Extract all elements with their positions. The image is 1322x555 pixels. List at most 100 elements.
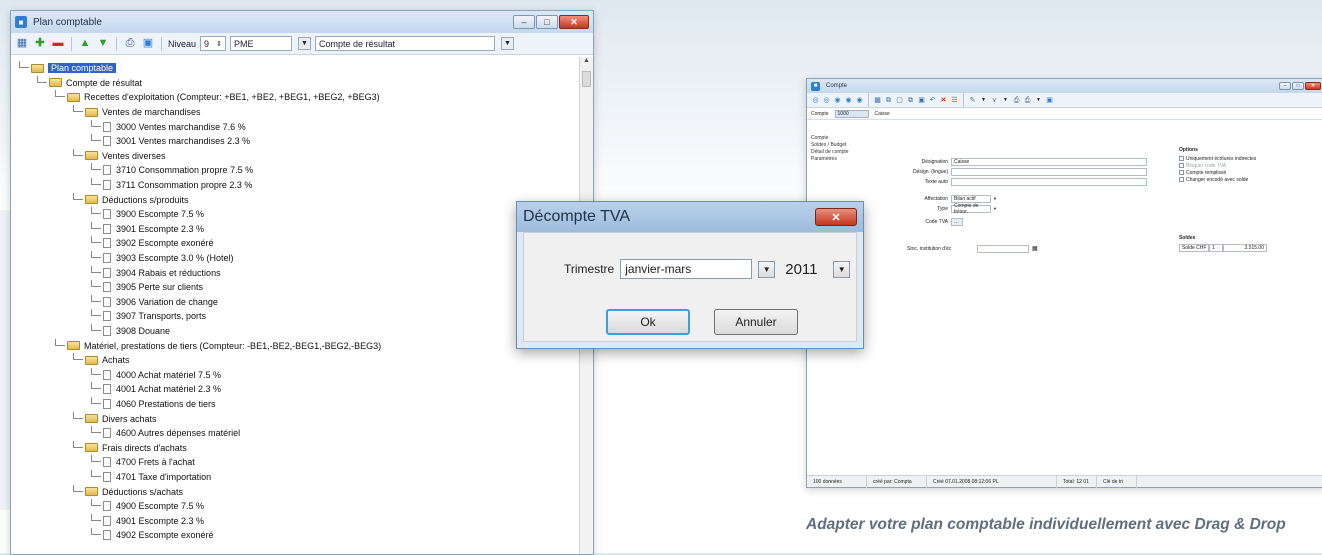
tree-account-node[interactable]: 4060 Prestations de tiers <box>19 396 579 412</box>
tree-account-node[interactable]: 3905 Perte sur clients <box>19 280 579 295</box>
tree-folder-node[interactable]: Ventes de marchandises <box>19 105 579 120</box>
tree-folder-node[interactable]: Divers achats <box>19 411 579 426</box>
dialog-close-button[interactable]: ✕ <box>815 208 857 226</box>
tree-account-node[interactable]: 3900 Escompte 7.5 % <box>19 207 579 222</box>
view-dropdown-button[interactable]: ▼ <box>501 37 515 50</box>
tree-account-node[interactable]: 3906 Variation de change <box>19 294 579 310</box>
move-up-icon[interactable]: ▲ <box>78 37 92 51</box>
checkbox-box[interactable] <box>1179 177 1184 182</box>
report-icon[interactable]: ⎙ <box>1012 96 1021 105</box>
tree-account-node[interactable]: 4902 Escompte exonéré <box>19 528 579 543</box>
texte-auto-input[interactable] <box>951 177 1147 186</box>
tree-account-node[interactable]: 3711 Consommation propre 2.3 % <box>19 178 579 193</box>
remove-icon[interactable]: ▬ <box>51 37 65 51</box>
tree-account-node[interactable]: 3000 Ventes marchandise 7.6 % <box>19 119 579 134</box>
tree-account-node[interactable]: 4000 Achat matériel 7.5 % <box>19 367 579 382</box>
option-checkbox[interactable]: Uniquement écritures indirectes <box>1179 155 1319 162</box>
tree-account-node[interactable]: 3001 Ventes marchandises 2.3 % <box>19 134 579 149</box>
tree-account-node[interactable]: 4700 Frets à l'achat <box>19 455 579 470</box>
side-menu-item[interactable]: Détail de compte <box>811 149 859 156</box>
tree-account-node[interactable]: 4901 Escompte 2.3 % <box>19 513 579 528</box>
print-icon[interactable]: ⎙ <box>1023 96 1032 105</box>
paste-icon[interactable]: ⧉ <box>906 96 915 105</box>
filter-dropdown-icon[interactable]: ▼ <box>1001 96 1010 105</box>
design-lingue-input[interactable] <box>951 167 1147 176</box>
company-dropdown-button[interactable]: ▼ <box>298 37 312 50</box>
tree-folder-node[interactable]: Déductions s/achats <box>19 484 579 499</box>
print-dropdown-icon[interactable]: ▼ <box>1034 96 1043 105</box>
tree-account-node[interactable]: 4600 Autres dépenses matériel <box>19 426 579 441</box>
first-record-icon[interactable]: ◎ <box>811 96 820 105</box>
side-menu-item[interactable]: Soldes / Budget <box>811 142 859 149</box>
tree-account-node[interactable]: 3710 Consommation propre 7.5 % <box>19 163 579 178</box>
tree-folder-node[interactable]: Ventes diverses <box>19 148 579 164</box>
status-sort-key[interactable]: Clé de tri <box>1097 475 1137 488</box>
maximize-button[interactable]: □ <box>1292 82 1304 90</box>
tree-account-node[interactable]: 4701 Taxe d'importation <box>19 469 579 485</box>
option-checkbox[interactable]: Compte remplissé <box>1179 169 1319 176</box>
tree-account-node[interactable]: 3907 Transports, ports <box>19 309 579 324</box>
scroll-up-icon[interactable]: ▲ <box>580 57 593 69</box>
close-button[interactable]: ✕ <box>559 15 589 29</box>
tree-account-node[interactable]: 3908 Douane <box>19 323 579 339</box>
checkbox-box[interactable] <box>1179 156 1184 161</box>
tree-folder-node[interactable]: Achats <box>19 353 579 368</box>
side-menu-item[interactable]: Paramètres <box>811 156 859 163</box>
filter-icon[interactable]: ⋎ <box>990 96 999 105</box>
type-select[interactable]: Compte de trésor. <box>951 203 991 215</box>
designation-input[interactable]: Caisse <box>951 157 1147 166</box>
tree-account-node[interactable]: 3903 Escompte 3.0 % (Hotel) <box>19 251 579 266</box>
grid-icon[interactable]: ▦ <box>873 96 882 105</box>
side-menu-item[interactable]: Compte <box>811 135 859 142</box>
new-icon[interactable]: ▢ <box>895 96 904 105</box>
code-tva-button[interactable]: … <box>951 217 963 226</box>
maximize-button[interactable]: □ <box>536 15 558 29</box>
tree-folder-node[interactable]: Déductions s/produits <box>19 192 579 207</box>
tree-folder-node[interactable]: Frais directs d'achats <box>19 440 579 455</box>
year-dropdown-button[interactable]: ▼ <box>833 260 851 278</box>
save-icon[interactable]: ▣ <box>141 37 155 51</box>
tree-account-node[interactable]: 3901 Escompte 2.3 % <box>19 221 579 237</box>
undo-icon[interactable]: ↶ <box>928 96 937 105</box>
minimize-button[interactable]: – <box>1279 82 1291 90</box>
view-select[interactable]: Compte de résultat <box>315 36 496 51</box>
type-dropdown-icon[interactable]: ▼ <box>993 206 997 211</box>
company-field[interactable]: PME <box>230 36 293 51</box>
niveau-spinner[interactable]: 9 ⇕ <box>200 36 227 51</box>
move-down-icon[interactable]: ▼ <box>96 37 110 51</box>
add-icon[interactable]: ✚ <box>33 37 47 51</box>
calculator-icon[interactable]: ▦ <box>1032 245 1038 252</box>
list-icon[interactable]: ☰ <box>950 96 959 105</box>
copy-icon[interactable]: ⧉ <box>884 96 893 105</box>
trimestre-dropdown-button[interactable]: ▼ <box>758 260 776 278</box>
print-icon[interactable]: ⎙ <box>123 37 137 51</box>
next-record-icon[interactable]: ◉ <box>833 96 842 105</box>
compte-number-input[interactable]: 1000 <box>834 109 869 118</box>
cancel-button[interactable]: Annuler <box>714 309 798 335</box>
tree-folder-node[interactable]: Recettes d'exploitation (Compteur: +BE1,… <box>19 90 579 105</box>
close-button[interactable]: ✕ <box>1305 82 1321 90</box>
year-select[interactable]: 2011 <box>781 259 827 279</box>
affectation-dropdown-icon[interactable]: ▼ <box>993 196 997 201</box>
option-checkbox[interactable]: Changer encodé avec solde <box>1179 176 1319 183</box>
scroll-thumb[interactable] <box>582 71 591 87</box>
edit-icon[interactable]: ✎ <box>968 96 977 105</box>
checkbox-box[interactable] <box>1179 170 1184 175</box>
tree-account-node[interactable]: 4001 Achat matériel 2.3 % <box>19 382 579 397</box>
delete-icon[interactable]: ✕ <box>939 96 948 105</box>
tree-account-node[interactable]: 3904 Rabais et réductions <box>19 265 579 280</box>
affectation-select[interactable]: Bilan actif <box>951 194 991 203</box>
properties-icon[interactable]: ▦ <box>15 37 29 51</box>
trimestre-select[interactable]: janvier-mars <box>620 259 753 279</box>
tree-folder-node[interactable]: Plan comptable <box>19 61 579 76</box>
tree-account-node[interactable]: 4900 Escompte 7.5 % <box>19 499 579 514</box>
tree-folder-node[interactable]: Compte de résultat <box>19 75 579 91</box>
spinner-arrows-icon[interactable]: ⇕ <box>216 40 222 48</box>
tree-account-node[interactable]: 3902 Escompte exonéré <box>19 236 579 251</box>
previous-record-icon[interactable]: ◎ <box>822 96 831 105</box>
last-record-icon[interactable]: ◉ <box>844 96 853 105</box>
refresh-icon[interactable]: ◉ <box>855 96 864 105</box>
help-icon[interactable]: ▣ <box>1045 96 1054 105</box>
ok-button[interactable]: Ok <box>606 309 690 335</box>
stock-input[interactable] <box>977 244 1029 253</box>
